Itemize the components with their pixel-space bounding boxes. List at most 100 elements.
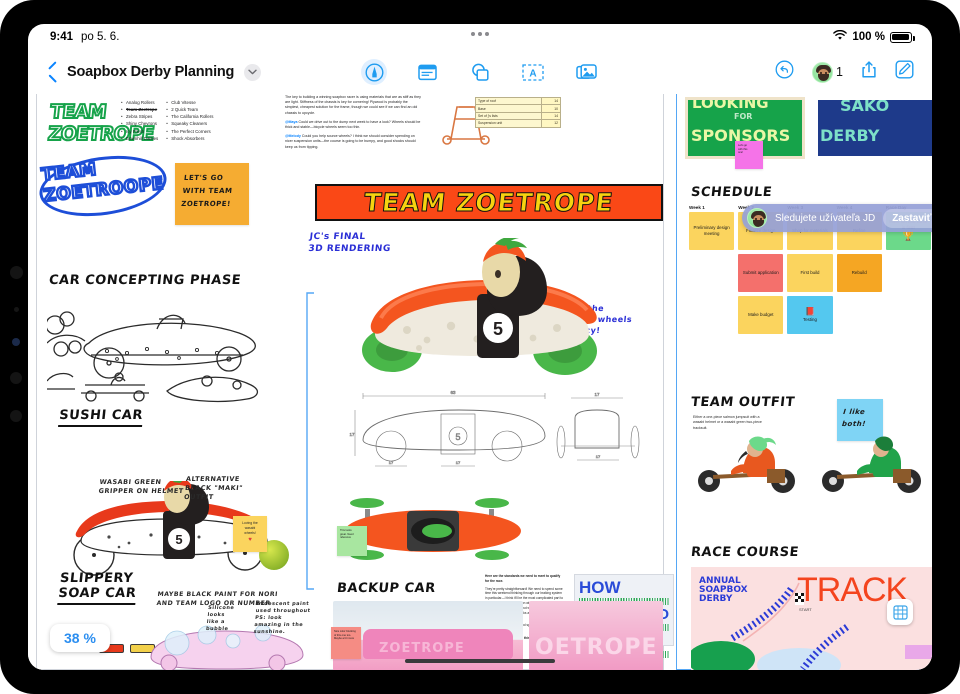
label-line-2: SOAP CAR xyxy=(58,586,137,601)
sticky-line-1: LET'S GO xyxy=(184,174,224,182)
markup-pen-tool[interactable] xyxy=(361,59,387,85)
svg-text:5: 5 xyxy=(455,432,460,442)
schedule-note[interactable]: First build xyxy=(787,254,832,292)
list-item: Analog Rollers xyxy=(121,99,158,106)
table-cell-key: Set of j's lists xyxy=(476,112,542,119)
rider-illustration-orange xyxy=(691,423,801,497)
nav-left-group: Soapbox Derby Planning xyxy=(46,63,261,82)
text-box-tool[interactable]: A xyxy=(520,59,546,85)
bezel-dot-5 xyxy=(10,410,22,422)
table-cell-value: 14 xyxy=(542,98,561,105)
sticky-line-2: wasabi xyxy=(245,526,256,530)
sticky-line-1: Let's go xyxy=(738,144,747,147)
svg-text:17: 17 xyxy=(389,460,394,465)
media-tool[interactable] xyxy=(573,59,599,85)
annotation-soap-note-1: Silicone looks like a bubble xyxy=(206,605,235,633)
sticky-note-text: Loving the wasabi wheels! ♥ xyxy=(233,516,267,550)
status-bar: 9:41 po 5. 6. 100 % xyxy=(28,24,932,50)
svg-text:63: 63 xyxy=(451,390,456,395)
memo-text-block: The key to building a winning soapbox ra… xyxy=(285,95,421,154)
schedule-note-text: Preliminary design meeting xyxy=(692,225,731,236)
poster-line-1: LOOKING xyxy=(692,100,769,111)
sticky-note-loving-wheels[interactable]: Loving the wasabi wheels! ♥ xyxy=(233,516,267,552)
schedule-note-text: Submit application xyxy=(743,270,779,276)
sticky-line-1: I like xyxy=(843,408,866,416)
annotation-line-5: sunshine. xyxy=(253,629,285,635)
sticky-note-magenta[interactable]: Let's go with this one! xyxy=(735,141,763,169)
stop-following-button[interactable]: Zastaviť xyxy=(883,209,932,228)
sticky-note-green-small[interactable]: This looks great. Need reference xyxy=(337,526,367,556)
board-left[interactable]: TEAMZOETROPE TEAMZOETROOPE Analog Roller… xyxy=(36,94,664,670)
memo-mention-2: @Melody xyxy=(285,134,301,138)
list-item: Shiny Chevrons xyxy=(121,120,158,127)
table-cell-key: Base xyxy=(476,105,542,112)
svg-text:A: A xyxy=(529,68,536,79)
memo-mention-1: @Maya xyxy=(285,120,298,124)
follow-user-banner: Sledujete užívateľa JD Zastaviť xyxy=(742,204,932,232)
annotation-line-1: MAYBE BLACK PAINT FOR NORI xyxy=(157,591,278,598)
annotation-line-1: WASABI GREEN xyxy=(99,478,162,486)
grid-tool-icon[interactable] xyxy=(887,599,913,625)
memo-paragraph-3: @Melody Could you help source wheels? I … xyxy=(285,134,421,150)
book-icon: 📕 xyxy=(805,307,815,317)
label-race-course: RACE COURSE xyxy=(690,545,799,560)
memo-paragraph-2: @Maya Could we drive out to the dump nex… xyxy=(285,120,421,130)
annotation-alternative-outfit: ALTERNATIVE BLACK "MAKI" OUTFIT xyxy=(184,475,245,502)
table-row: Base 10 xyxy=(476,105,561,112)
whiteboard-canvas[interactable]: TEAMZOETROPE TEAMZOETROOPE Analog Roller… xyxy=(28,94,932,670)
banner-text: TEAM ZOETROPE xyxy=(363,188,616,217)
annotation-line-4: bubble xyxy=(206,626,229,632)
poster-derby[interactable]: SAKO DERBY xyxy=(815,97,932,159)
undo-icon[interactable] xyxy=(775,60,794,84)
team-title-blue: TEAMZOETROOPE xyxy=(41,153,166,219)
collaborators-button[interactable]: 1 xyxy=(812,62,843,83)
concept-sketches xyxy=(47,289,299,407)
sticky-line-1: This looks xyxy=(340,529,352,532)
share-icon[interactable] xyxy=(861,60,877,84)
sticky-note-tool[interactable] xyxy=(414,59,440,85)
selection-connector xyxy=(305,291,315,591)
team-zoetrope-banner[interactable]: TEAM ZOETROPE xyxy=(315,184,663,221)
schedule-note[interactable]: Submit application xyxy=(738,254,783,292)
bezel-dot-2 xyxy=(14,307,19,312)
schedule-note-text: Make budget xyxy=(748,312,773,318)
table-row: Suspension unit 12 xyxy=(476,120,561,127)
collaborator-avatar xyxy=(812,62,833,83)
sticky-line-3: Maybe a bit more xyxy=(334,637,354,640)
schedule-note[interactable]: Preliminary design meeting xyxy=(689,212,734,250)
navigation-bar: Soapbox Derby Planning xyxy=(28,50,932,94)
sticky-line-3: reference xyxy=(340,536,351,539)
status-date: po 5. 6. xyxy=(81,31,119,43)
trophy-icon: 🏆 xyxy=(903,231,914,243)
list-item: Club Vitesse xyxy=(166,99,213,106)
list-item: Downhill Daisies xyxy=(121,135,158,142)
annotation-line-2: GRIPPER ON HELMET xyxy=(98,487,184,495)
table-cell-key: Suspension unit xyxy=(476,120,542,127)
annotation-line-4: amazing in the xyxy=(254,622,303,628)
poster-line-2: FOR xyxy=(734,112,752,121)
battery-full-icon xyxy=(890,32,912,43)
annotation-line-1: Silicone xyxy=(208,605,235,611)
home-indicator[interactable] xyxy=(405,659,555,663)
page-title: Soapbox Derby Planning xyxy=(67,64,234,80)
shapes-tool[interactable] xyxy=(467,59,493,85)
compose-icon[interactable] xyxy=(895,60,914,84)
list-item: The Perfect Corners xyxy=(166,128,213,135)
sticky-note-red-small[interactable]: Nice color blocking of this one too. May… xyxy=(331,627,361,659)
rider-illustration-green xyxy=(815,423,927,497)
multitasking-dots-icon[interactable] xyxy=(471,32,489,36)
wifi-icon xyxy=(833,30,847,44)
board-right[interactable]: LOOKING FOR SPONSORS SAKO DERBY Let's go… xyxy=(676,94,932,670)
back-chevron-icon[interactable] xyxy=(46,63,57,82)
schedule-note[interactable]: Rebuild xyxy=(837,254,882,292)
sticky-line-3: ZOETROPE! xyxy=(181,200,231,208)
sticky-note-text: LET'S GO WITH TEAM ZOETROPE! xyxy=(172,163,251,211)
zoom-level-badge[interactable]: 38 % xyxy=(50,624,110,652)
schedule-note[interactable]: Make budget xyxy=(738,296,783,334)
annotation-soap-note-2: Iridescent paint used throughout PS: loo… xyxy=(253,601,311,636)
sticky-note-lets-go[interactable]: LET'S GO WITH TEAM ZOETROPE! xyxy=(175,163,249,225)
svg-text:5: 5 xyxy=(175,532,182,547)
label-car-concepting-phase: CAR CONCEPTING PHASE xyxy=(48,273,242,288)
chevron-down-icon[interactable] xyxy=(244,64,261,81)
schedule-note[interactable]: 📕 Testing xyxy=(787,296,832,334)
